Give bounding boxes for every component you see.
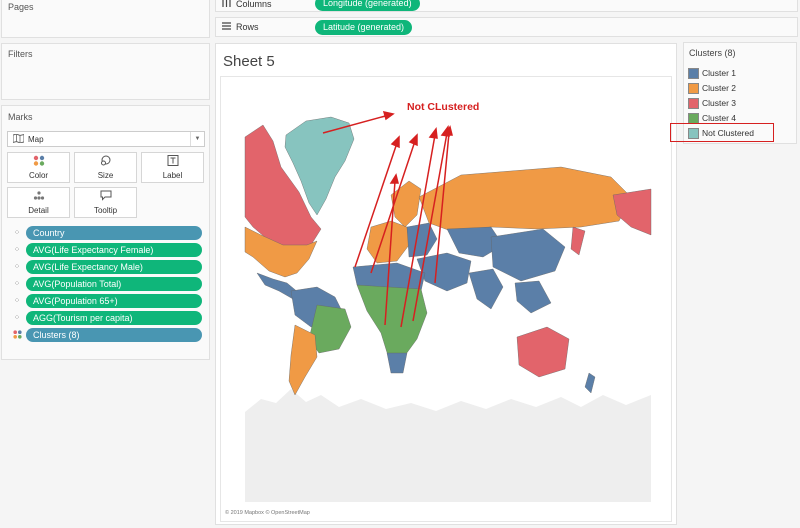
size-icon [100, 155, 112, 168]
not-clustered-annotation: Not CLustered [407, 101, 480, 113]
label-button[interactable]: Label [141, 152, 204, 183]
marks-title: Marks [8, 112, 33, 122]
china-region [490, 228, 566, 282]
pages-panel: Pages [1, 0, 210, 38]
not-clustered-highlight [670, 123, 774, 142]
marks-field-row[interactable]: ⁘ AGG(Tourism per capita) [10, 310, 202, 325]
legend-title: Clusters (8) [689, 48, 736, 58]
detail-button[interactable]: Detail [7, 187, 70, 218]
mark-type-dropdown[interactable]: Map ▼ [7, 131, 205, 147]
label-button-label: Label [162, 171, 183, 180]
south-africa-region [386, 352, 408, 374]
marks-field-row[interactable]: ⁘ Country [10, 225, 202, 240]
detail-button-label: Detail [28, 206, 49, 215]
population-total-pill[interactable]: AVG(Population Total) [26, 276, 202, 291]
tooltip-icon [100, 190, 112, 203]
marks-field-row[interactable]: ⁘ AVG(Life Expectancy Male) [10, 259, 202, 274]
rows-label: Rows [236, 22, 259, 32]
rows-shelf[interactable]: Rows Latitude (generated) [215, 17, 798, 37]
tooltip-button-label: Tooltip [93, 206, 118, 215]
map-attribution: © 2019 Mapbox © OpenStreetMap [225, 510, 310, 516]
swatch-cluster-1 [688, 67, 699, 79]
rows-label-wrap: Rows [222, 22, 310, 32]
marks-field-row[interactable]: ⁘ AVG(Population 65+) [10, 293, 202, 308]
columns-label: Columns [236, 0, 272, 9]
columns-shelf[interactable]: Columns Longitude (generated) [215, 0, 798, 12]
tourism-pill[interactable]: AGG(Tourism per capita) [26, 310, 202, 325]
south-america-south-region [288, 324, 318, 396]
antarctica-region [245, 389, 651, 502]
columns-label-wrap: Columns [222, 0, 310, 9]
tooltip-button[interactable]: Tooltip [74, 187, 137, 218]
southeast-asia-region [514, 280, 552, 314]
detail-icon: ⁘ [13, 296, 21, 305]
country-pill[interactable]: Country [26, 225, 202, 240]
longitude-pill[interactable]: Longitude (generated) [315, 0, 420, 11]
new-zealand-region [584, 372, 596, 394]
swatch-cluster-4 [688, 112, 699, 124]
legend-item-cluster-1[interactable]: Cluster 1 [688, 67, 736, 79]
columns-icon [222, 0, 231, 9]
australia-region [516, 326, 570, 378]
legend-item-cluster-2[interactable]: Cluster 2 [688, 82, 736, 94]
detail-icon: ⁘ [13, 262, 21, 271]
swatch-cluster-2 [688, 82, 699, 94]
mark-type-label: Map [28, 134, 44, 144]
europe-east-region [406, 222, 438, 258]
legend-label: Cluster 1 [702, 68, 737, 78]
sheet-title: Sheet 5 [223, 53, 275, 70]
world-map[interactable] [221, 77, 672, 522]
color-button-label: Color [28, 171, 49, 180]
worksheet: Sheet 5 © 2019 Mapbox © OpenStreetMap [215, 43, 677, 525]
legend-label: Cluster 2 [702, 83, 737, 93]
chevron-down-icon: ▼ [190, 132, 204, 146]
detail-icon: ⁘ [13, 245, 21, 254]
color-icon [33, 155, 45, 168]
subsaharan-africa-region [356, 284, 428, 362]
color-button[interactable]: Color [7, 152, 70, 183]
middle-east-region [416, 252, 472, 292]
marks-field-row[interactable]: ⁘ AVG(Population Total) [10, 276, 202, 291]
marks-field-row[interactable]: Clusters (8) [10, 327, 202, 342]
filters-panel[interactable]: Filters [1, 43, 210, 100]
russia-region [418, 166, 632, 232]
marks-field-row[interactable]: ⁘ AVG(Life Expectancy Female) [10, 242, 202, 257]
size-button-label: Size [97, 171, 114, 180]
legend-label: Cluster 3 [702, 98, 737, 108]
swatch-cluster-3 [688, 97, 699, 109]
map-view[interactable]: © 2019 Mapbox © OpenStreetMap [220, 76, 672, 522]
color-icon [10, 329, 24, 341]
detail-icon [33, 190, 45, 203]
japan-region [570, 226, 586, 256]
population-65-pill[interactable]: AVG(Population 65+) [26, 293, 202, 308]
europe-west-region [366, 220, 410, 264]
legend-item-cluster-3[interactable]: Cluster 3 [688, 97, 736, 109]
detail-icon: ⁘ [13, 279, 21, 288]
pages-title: Pages [8, 2, 34, 12]
size-button[interactable]: Size [74, 152, 137, 183]
label-icon [167, 155, 179, 168]
clusters-pill[interactable]: Clusters (8) [26, 327, 202, 342]
india-region [468, 268, 504, 310]
latitude-pill[interactable]: Latitude (generated) [315, 19, 413, 35]
detail-icon: ⁘ [13, 313, 21, 322]
legend-label: Cluster 4 [702, 113, 737, 123]
map-icon [12, 132, 25, 145]
life-exp-male-pill[interactable]: AVG(Life Expectancy Male) [26, 259, 202, 274]
filters-title: Filters [8, 49, 33, 59]
scandinavia-region [390, 180, 422, 228]
rows-icon [222, 22, 231, 32]
kamchatka-region [612, 188, 652, 236]
detail-icon: ⁘ [13, 228, 21, 237]
life-exp-female-pill[interactable]: AVG(Life Expectancy Female) [26, 242, 202, 257]
